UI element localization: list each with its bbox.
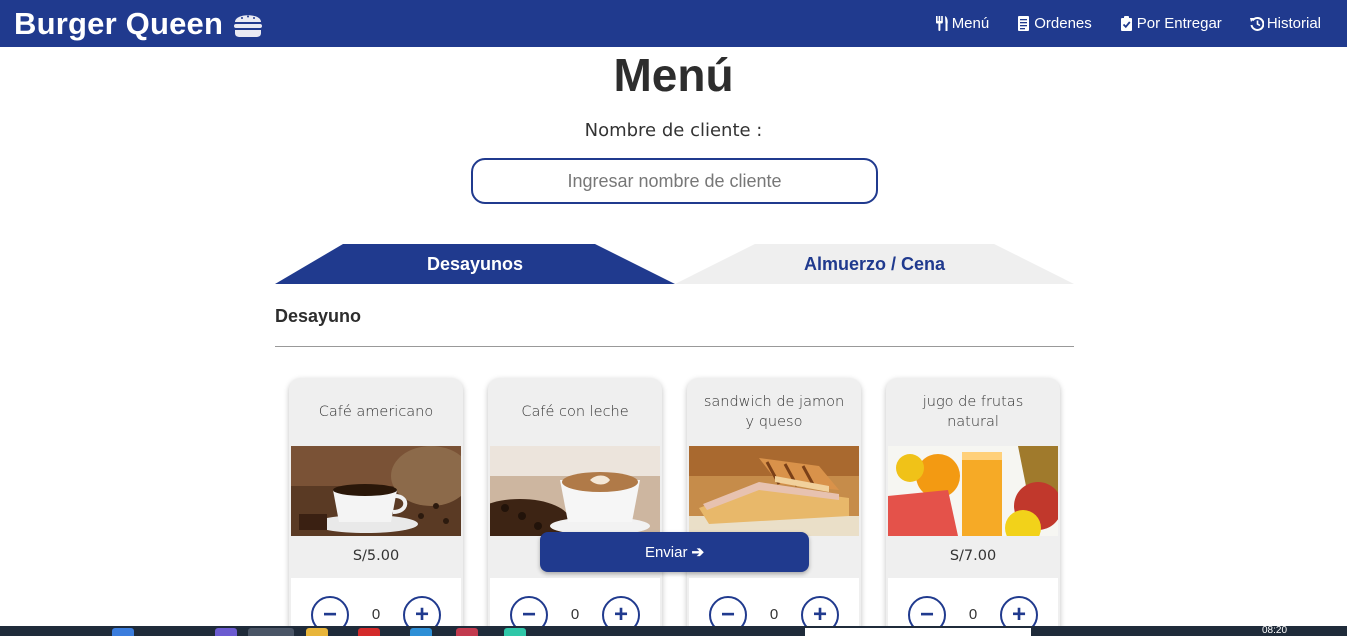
product-price: S/7.00 xyxy=(949,548,997,564)
nav-history-label: Historial xyxy=(1266,15,1321,32)
product-card: sandwich de jamon y queso − 0 + xyxy=(687,378,861,636)
history-icon xyxy=(1249,16,1264,31)
nav-to-deliver-label: Por Entregar xyxy=(1136,15,1222,32)
product-card: jugo de frutas natural S/7.00 − 0 + xyxy=(886,378,1060,636)
nav-menu-link[interactable]: Menú xyxy=(935,15,990,32)
product-card: Café americano S/5.00 − 0 + xyxy=(289,378,463,636)
product-card: Café con leche − 0 + xyxy=(488,378,662,636)
quantity-value: 0 xyxy=(570,606,580,623)
arrow-right-icon: ➔ xyxy=(691,544,705,561)
taskbar-app-icon[interactable] xyxy=(504,628,526,636)
product-name: Café con leche xyxy=(521,404,629,420)
coffee-cup-image xyxy=(291,446,461,536)
latte-image xyxy=(490,446,660,536)
nav-to-deliver-link[interactable]: Por Entregar xyxy=(1120,15,1222,32)
quantity-value: 0 xyxy=(968,606,978,623)
brand-logo[interactable]: Burger Queen xyxy=(14,6,264,42)
page-title: Menú xyxy=(613,49,734,101)
section-divider xyxy=(275,346,1074,347)
receipt-icon xyxy=(1018,16,1030,31)
brand-name: Burger Queen xyxy=(14,5,224,41)
nav-links: Menú Ordenes Por Entregar Historial xyxy=(935,15,1333,32)
taskbar-app-icon[interactable] xyxy=(410,628,432,636)
burger-icon xyxy=(234,14,263,37)
quantity-value: 0 xyxy=(769,606,779,623)
taskbar-clock: 08:20 xyxy=(1262,625,1288,636)
taskbar-app-icon[interactable] xyxy=(112,628,134,636)
nav-menu-label: Menú xyxy=(951,15,990,32)
os-taskbar: 08:20 xyxy=(0,625,1347,636)
sandwich-image xyxy=(689,446,859,536)
juice-image xyxy=(888,446,1058,536)
tab-almuerzo-cena[interactable]: Almuerzo / Cena xyxy=(675,244,1074,284)
taskbar-app-icon[interactable] xyxy=(215,628,237,636)
clipboard-check-icon xyxy=(1120,16,1132,31)
product-name: jugo de frutas natural xyxy=(922,394,1024,430)
nav-orders-label: Ordenes xyxy=(1034,15,1092,32)
taskbar-app-icon[interactable] xyxy=(358,628,380,636)
nav-orders-link[interactable]: Ordenes xyxy=(1017,15,1092,32)
taskbar-app-icon[interactable] xyxy=(306,628,328,636)
section-title: Desayuno xyxy=(275,306,362,326)
product-name: Café americano xyxy=(318,404,434,420)
product-name: sandwich de jamon y queso xyxy=(703,394,845,430)
quantity-value: 0 xyxy=(371,606,381,623)
taskbar-app-icon[interactable] xyxy=(456,628,478,636)
tab-desayunos[interactable]: Desayunos xyxy=(275,244,675,284)
product-price: S/5.00 xyxy=(352,548,400,564)
taskbar-app-icon[interactable] xyxy=(248,628,294,636)
taskbar-search-box[interactable] xyxy=(805,628,1031,636)
send-button-label: Enviar xyxy=(644,543,688,561)
client-name-label: Nombre de cliente : xyxy=(584,120,763,141)
utensils-icon xyxy=(935,16,948,31)
client-name-input[interactable] xyxy=(471,158,878,204)
send-order-button[interactable]: Enviar ➔ xyxy=(540,532,809,572)
menu-tabs: Desayunos Almuerzo / Cena xyxy=(275,244,1074,284)
nav-history-link[interactable]: Historial xyxy=(1249,15,1321,32)
top-navbar: Burger Queen Menú Ordenes Por Entregar H… xyxy=(0,0,1347,47)
